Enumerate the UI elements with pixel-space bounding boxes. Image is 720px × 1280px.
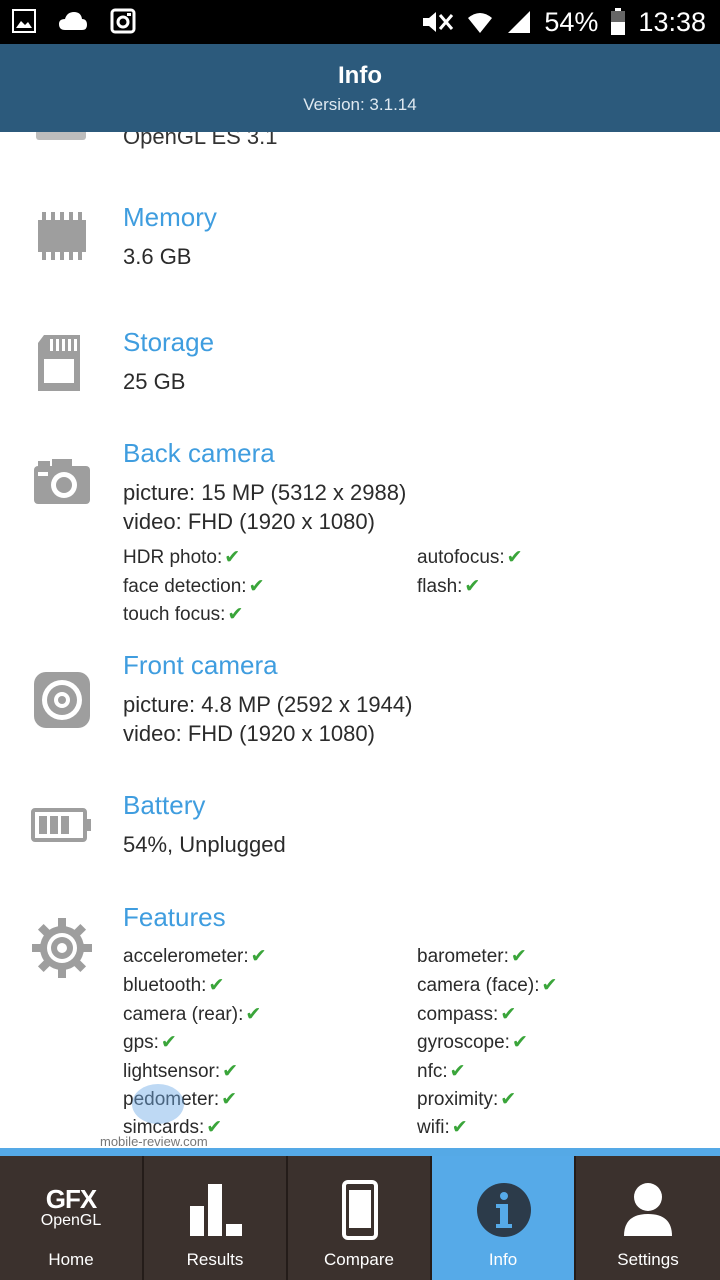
camera-icon [34,459,90,504]
back-camera-title: Back camera [123,438,275,468]
wifi-icon [466,9,494,35]
phone-icon [342,1180,378,1240]
check-icon: ✔ [541,975,558,996]
feature-item: barometer: ✔ [417,946,527,967]
opengl-version-line: OpenGL ES 3.1 [123,132,278,149]
cloud-notification-icon [58,10,88,32]
check-icon: ✔ [250,946,267,967]
battery-percent: 54% [544,6,599,37]
check-icon: ✔ [464,576,481,597]
check-icon: ✔ [449,1061,466,1082]
check-icon: ✔ [506,547,523,568]
gear-icon [32,918,92,978]
check-icon: ✔ [500,1089,517,1110]
feature-item: bluetooth: ✔ [123,975,225,996]
memory-value: 3.6 GB [123,244,192,269]
memory-chip-icon [38,212,86,260]
check-icon: ✔ [245,1004,262,1025]
status-bar: 54% 13:38 [0,0,720,44]
back-camera-feature: HDR photo: ✔ [123,547,241,568]
screen: 54% 13:38 Info Version: 3.1.14 OpenGL ES… [0,0,720,1280]
feature-item: gps: ✔ [123,1032,177,1053]
check-icon: ✔ [510,946,527,967]
memory-title: Memory [123,202,217,232]
bottom-nav: GFX OpenGL Home Results Compare Info Set… [0,1156,720,1280]
check-icon: ✔ [511,1032,528,1053]
bar-chart-icon [190,1184,242,1236]
nav-settings-label: Settings [617,1250,679,1269]
info-icon [477,1183,531,1237]
battery-status-icon [610,8,626,36]
check-icon: ✔ [208,975,225,996]
feature-item: accelerometer: ✔ [123,946,267,967]
feature-item: gyroscope: ✔ [417,1032,528,1053]
check-icon: ✔ [224,547,241,568]
check-icon: ✔ [248,576,265,597]
check-icon: ✔ [222,1061,239,1082]
watermark-badge [132,1084,184,1124]
front-camera-picture: picture: 4.8 MP (2592 x 1944) [123,692,413,717]
features-title: Features [123,902,226,932]
gpu-icon [36,132,86,140]
check-icon: ✔ [160,1032,177,1053]
nav-compare[interactable]: Compare [288,1156,432,1280]
watermark: mobile-review.com [100,1134,208,1148]
nav-results[interactable]: Results [144,1156,288,1280]
check-icon: ✔ [206,1117,223,1138]
feature-item: camera (face): ✔ [417,975,558,996]
front-camera-icon [34,672,90,728]
instagram-notification-icon [110,8,136,34]
info-list[interactable]: OpenGL ES 3.1 Memory 3.6 GB Storage 25 G… [0,132,720,1148]
feature-item: nfc: ✔ [417,1061,466,1082]
nav-results-label: Results [186,1250,244,1269]
feature-item: wifi: ✔ [417,1117,468,1138]
clock: 13:38 [638,6,706,37]
nav-settings[interactable]: Settings [576,1156,720,1280]
page-title: Info [338,62,382,89]
mute-icon [420,9,454,35]
battery-value: 54%, Unplugged [123,832,286,857]
nav-info-label: Info [488,1250,518,1269]
back-camera-picture: picture: 15 MP (5312 x 2988) [123,480,407,505]
check-icon: ✔ [451,1117,468,1138]
app-bar: Info Version: 3.1.14 [0,44,720,132]
back-camera-feature: flash: ✔ [417,576,481,597]
back-camera-feature: face detection: ✔ [123,576,265,597]
feature-item: compass: ✔ [417,1004,517,1025]
front-camera-title: Front camera [123,650,278,680]
front-camera-video: video: FHD (1920 x 1080) [123,721,375,746]
user-icon [624,1183,672,1236]
nav-info[interactable]: Info [432,1156,576,1280]
back-camera-feature: autofocus: ✔ [417,547,523,568]
back-camera-video: video: FHD (1920 x 1080) [123,509,375,534]
battery-icon [31,808,91,842]
feature-item: camera (rear): ✔ [123,1004,262,1025]
check-icon: ✔ [221,1089,238,1110]
feature-item: proximity: ✔ [417,1089,517,1110]
back-camera-feature: touch focus: ✔ [123,604,244,625]
nav-compare-label: Compare [324,1250,394,1269]
gfx-logo: GFX OpenGL [40,1184,102,1229]
storage-title: Storage [123,327,215,357]
feature-item: lightsensor: ✔ [123,1061,239,1082]
gallery-notification-icon [12,9,36,33]
nav-home-label: Home [48,1250,94,1269]
battery-title: Battery [123,790,206,820]
check-icon: ✔ [227,604,244,625]
nav-home[interactable]: GFX OpenGL Home [0,1156,144,1280]
nav-divider [0,1148,720,1156]
storage-value: 25 GB [123,369,186,394]
sd-card-icon [38,335,80,391]
app-version: Version: 3.1.14 [303,95,417,114]
check-icon: ✔ [500,1004,517,1025]
signal-icon [506,9,532,35]
